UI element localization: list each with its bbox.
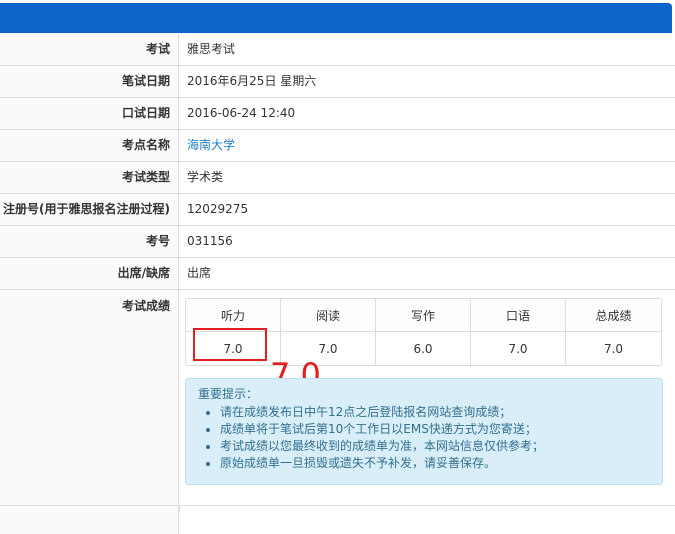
value-test-centre: 海南大学 xyxy=(179,130,675,161)
label-written-date: 笔试日期 xyxy=(0,66,179,97)
score-overall: 7.0 xyxy=(603,341,624,356)
table-column-divider xyxy=(179,505,180,512)
header-overall: 总成绩 xyxy=(566,299,661,332)
label-test-centre: 考点名称 xyxy=(0,130,179,161)
notice-item: 考试成绩以您最终收到的成绩单为准，本网站信息仅供参考； xyxy=(220,438,650,455)
label-speaking-date: 口试日期 xyxy=(0,98,179,129)
header-reading: 阅读 xyxy=(281,299,376,332)
table-bottom-border xyxy=(0,505,675,506)
score-writing: 6.0 xyxy=(376,332,471,365)
notice-item: 成绩单将于笔试后第10个工作日以EMS快递方式为您寄送； xyxy=(220,421,650,438)
row-registration-no: 注册号(用于雅思报名注册过程) 12029275 xyxy=(0,194,675,226)
label-candidate-no: 考号 xyxy=(0,226,179,257)
row-attendance: 出席/缺席 出席 xyxy=(0,258,675,290)
scores-cell: 听力 阅读 写作 口语 总成绩 7.0 7.0 6.0 7.0 7.0 7.0 … xyxy=(179,290,675,534)
value-written-date: 2016年6月25日 星期六 xyxy=(187,74,317,88)
value-candidate-no: 031156 xyxy=(187,234,233,248)
notice-item: 原始成绩单一旦损毁或遗失不予补发，请妥善保存。 xyxy=(220,455,650,472)
label-test-type: 考试类型 xyxy=(0,162,179,193)
value-exam: 雅思考试 xyxy=(187,42,236,56)
value-registration-no: 12029275 xyxy=(187,202,249,216)
value-attendance: 出席 xyxy=(187,266,212,280)
test-centre-link[interactable]: 海南大学 xyxy=(187,138,235,152)
label-attendance: 出席/缺席 xyxy=(0,258,179,289)
notice-title: 重要提示： xyxy=(198,387,259,401)
row-test-centre: 考点名称 海南大学 xyxy=(0,130,675,162)
row-exam: 考试 雅思考试 xyxy=(0,34,675,66)
header-speaking: 口语 xyxy=(471,299,566,332)
header-bar xyxy=(0,3,672,33)
notice-list: 请在成绩发布日中午12点之后登陆报名网站查询成绩； 成绩单将于笔试后第10个工作… xyxy=(198,404,650,472)
value-speaking-date: 2016-06-24 12:40 xyxy=(187,106,296,120)
notice-item: 请在成绩发布日中午12点之后登陆报名网站查询成绩； xyxy=(220,404,650,421)
label-scores: 考试成绩 xyxy=(0,290,179,534)
row-speaking-date: 口试日期 2016-06-24 12:40 xyxy=(0,98,675,130)
row-written-date: 笔试日期 2016年6月25日 星期六 xyxy=(0,66,675,98)
row-candidate-no: 考号 031156 xyxy=(0,226,675,258)
label-registration-no: 注册号(用于雅思报名注册过程) xyxy=(0,194,179,225)
listening-highlight-box xyxy=(193,328,267,361)
score-report-table: 考试 雅思考试 笔试日期 2016年6月25日 星期六 口试日期 2016-06… xyxy=(0,34,675,534)
value-test-type: 学术类 xyxy=(187,170,224,184)
row-scores: 考试成绩 听力 阅读 写作 口语 总成绩 7.0 7.0 6.0 7.0 7.0 xyxy=(0,290,675,534)
score-speaking: 7.0 xyxy=(471,332,566,365)
label-exam: 考试 xyxy=(0,34,179,65)
row-test-type: 考试类型 学术类 xyxy=(0,162,675,194)
header-writing: 写作 xyxy=(376,299,471,332)
important-notice: 重要提示： 请在成绩发布日中午12点之后登陆报名网站查询成绩； 成绩单将于笔试后… xyxy=(185,378,663,485)
